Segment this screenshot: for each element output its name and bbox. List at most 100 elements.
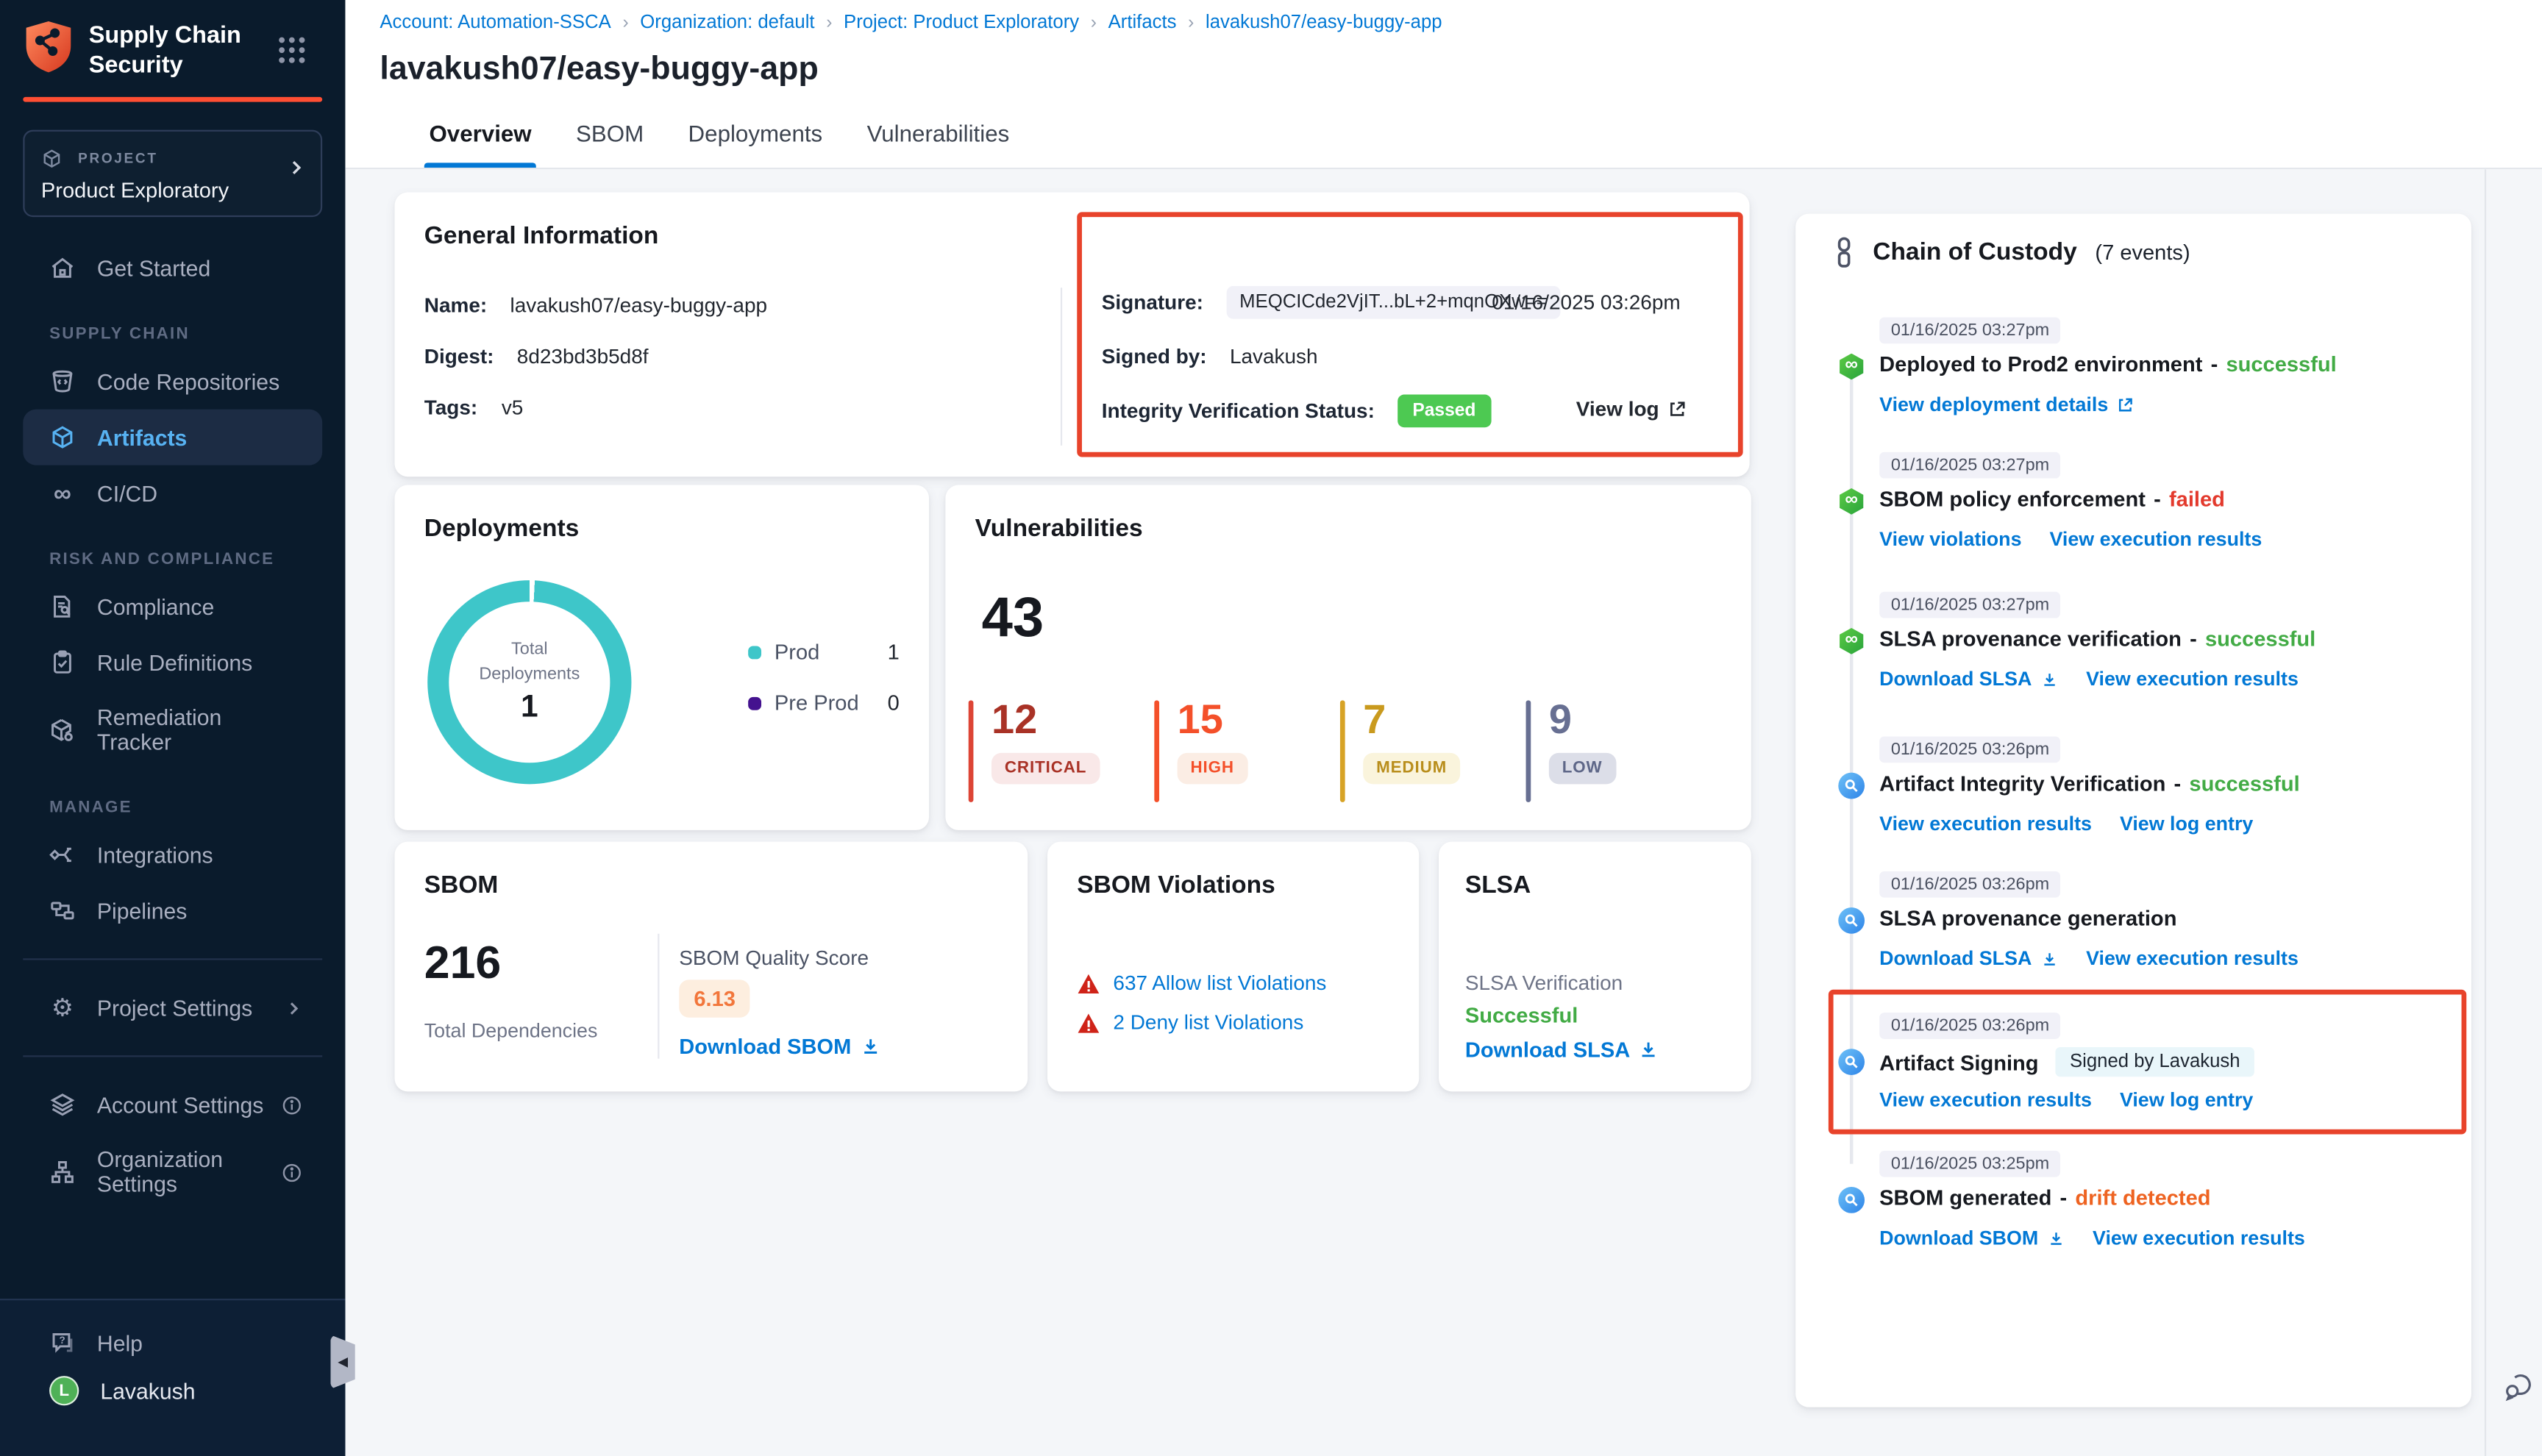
avatar: L — [49, 1376, 79, 1405]
sidebar-item-label: Artifacts — [97, 425, 187, 450]
breadcrumb-current[interactable]: lavakush07/easy-buggy-app — [1206, 13, 1442, 33]
download-icon — [2040, 949, 2059, 968]
allow-list-violations-row: 637 Allow list Violations — [1077, 971, 1326, 994]
download-icon — [2046, 1229, 2065, 1247]
tab-sbom[interactable]: SBOM — [576, 120, 644, 168]
signed-by-row: Signed by: Lavakush — [1102, 345, 1318, 368]
user-name: Lavakush — [100, 1378, 195, 1403]
sbom-quality-score-badge: 6.13 — [679, 979, 750, 1017]
sidebar-item-organization-settings[interactable]: Organization Settings — [23, 1133, 322, 1212]
feedback-chat-icon[interactable] — [2502, 1371, 2533, 1402]
sidebar-item-label: CI/CD — [97, 481, 157, 506]
event-timestamp: 01/16/2025 03:26pm — [1879, 871, 2061, 898]
slsa-verification-label: SLSA Verification — [1465, 971, 1623, 994]
sidebar-item-label: Organization Settings — [97, 1148, 296, 1197]
field-tags: Tags: v5 — [424, 396, 524, 419]
donut-label: Total — [511, 638, 548, 662]
general-information-card: General Information Name: lavakush07/eas… — [395, 193, 1750, 477]
chain-link-icon — [1830, 237, 1858, 268]
chain-of-custody-card: Chain of Custody (7 events) 01/16/2025 0… — [1795, 214, 2471, 1407]
divider — [23, 1056, 322, 1057]
breadcrumb-account[interactable]: Account: Automation-SSCA — [380, 13, 610, 33]
sidebar: Supply Chain Security PROJECT Product Ex… — [0, 0, 345, 1456]
divider — [658, 934, 659, 1059]
view-log-entry-link[interactable]: View log entry — [2120, 812, 2253, 835]
download-sbom-link[interactable]: Download SBOM — [679, 1034, 880, 1059]
info-icon — [281, 1162, 302, 1183]
warning-icon — [1077, 1012, 1100, 1033]
external-link-icon — [1667, 399, 1687, 419]
download-slsa-link[interactable]: Download SLSA — [1879, 668, 2058, 690]
legend-dot-teal — [748, 645, 761, 658]
slsa-verification-status: Successful — [1465, 1003, 1578, 1028]
deployments-donut-chart: Total Deployments 1 — [427, 580, 631, 784]
view-deployment-details-link[interactable]: View deployment details — [1879, 393, 2135, 415]
card-title: SBOM — [424, 871, 499, 899]
project-cube-icon — [41, 147, 63, 168]
project-name: Product Exploratory — [41, 178, 305, 203]
sidebar-item-rule-definitions[interactable]: Rule Definitions — [23, 635, 322, 690]
breadcrumb-organization[interactable]: Organization: default — [640, 13, 814, 33]
org-gear-icon — [49, 1160, 76, 1186]
download-sbom-link[interactable]: Download SBOM — [1879, 1227, 2065, 1249]
view-execution-results-link[interactable]: View execution results — [1879, 812, 2092, 835]
sidebar-item-label: Remediation Tracker — [97, 706, 296, 755]
card-title: SLSA — [1465, 871, 1531, 899]
sidebar-user[interactable]: L Lavakush — [23, 1366, 322, 1416]
verify-magnifier-icon — [1838, 773, 1865, 799]
sidebar-item-get-started[interactable]: Get Started — [23, 240, 322, 296]
sidebar-item-pipelines[interactable]: Pipelines — [23, 883, 322, 939]
view-execution-results-link[interactable]: View execution results — [1879, 1088, 2092, 1111]
card-title: Deployments — [424, 515, 580, 543]
chain-event-sbom-generated: 01/16/2025 03:25pm SBOM generated-drift … — [1795, 1151, 2471, 1279]
sidebar-item-label: Compliance — [97, 595, 214, 620]
vulnerabilities-total: 43 — [982, 587, 1044, 651]
sidebar-item-remediation-tracker[interactable]: Remediation Tracker — [23, 690, 322, 769]
sidebar-item-cicd[interactable]: ∞ CI/CD — [23, 465, 322, 521]
view-execution-results-link[interactable]: View execution results — [2086, 947, 2299, 970]
view-log-entry-link[interactable]: View log entry — [2120, 1088, 2253, 1111]
infinity-icon: ∞ — [49, 480, 76, 507]
sidebar-item-account-settings[interactable]: Account Settings — [23, 1077, 322, 1133]
view-execution-results-link[interactable]: View execution results — [2050, 528, 2262, 551]
breadcrumb-separator: › — [622, 13, 628, 33]
legend-prod: Prod 1 — [748, 640, 900, 665]
sidebar-item-compliance[interactable]: Compliance — [23, 579, 322, 635]
deployments-card: Deployments Total Deployments 1 Prod 1 P… — [395, 485, 930, 829]
sidebar-item-artifacts[interactable]: Artifacts — [23, 410, 322, 465]
tab-overview[interactable]: Overview — [429, 120, 531, 168]
sidebar-item-integrations[interactable]: Integrations — [23, 827, 322, 883]
download-slsa-link[interactable]: Download SLSA — [1879, 947, 2058, 970]
sbom-total-dependencies: 216 — [424, 937, 501, 990]
sidebar-item-project-settings[interactable]: ⚙ Project Settings — [23, 980, 322, 1036]
tab-deployments[interactable]: Deployments — [688, 120, 823, 168]
breadcrumb-artifacts[interactable]: Artifacts — [1108, 13, 1177, 33]
view-log-link[interactable]: View log — [1576, 398, 1687, 421]
module-grid-icon[interactable] — [274, 33, 309, 68]
chain-event-artifact-integrity: 01/16/2025 03:26pm Artifact Integrity Ve… — [1795, 737, 2471, 865]
cube-wrench-icon — [49, 717, 76, 743]
project-selector[interactable]: PROJECT Product Exploratory — [23, 130, 322, 217]
view-execution-results-link[interactable]: View execution results — [2086, 668, 2299, 690]
home-icon — [49, 255, 76, 282]
allow-list-violations-link[interactable]: 637 Allow list Violations — [1113, 971, 1326, 994]
breadcrumb-project[interactable]: Project: Product Exploratory — [844, 13, 1079, 33]
sidebar-item-help[interactable]: ? Help — [23, 1320, 322, 1366]
field-name: Name: lavakush07/easy-buggy-app — [424, 294, 767, 317]
view-execution-results-link[interactable]: View execution results — [2093, 1227, 2305, 1249]
pipeline-icon: ∞ — [1838, 354, 1865, 380]
chain-event-slsa-verification: 01/16/2025 03:27pm ∞ SLSA provenance ver… — [1795, 592, 2471, 720]
sidebar-bottom: ? Help L Lavakush — [0, 1299, 345, 1456]
tab-vulnerabilities[interactable]: Vulnerabilities — [867, 120, 1010, 168]
deny-list-violations-link[interactable]: 2 Deny list Violations — [1113, 1011, 1303, 1034]
download-slsa-link[interactable]: Download SLSA — [1465, 1038, 1660, 1063]
donut-total: 1 — [521, 690, 538, 726]
verify-magnifier-icon — [1838, 1187, 1865, 1213]
legend-dot-purple — [748, 696, 761, 710]
event-timestamp: 01/16/2025 03:27pm — [1879, 592, 2061, 618]
view-violations-link[interactable]: View violations — [1879, 528, 2021, 551]
verify-magnifier-icon — [1838, 907, 1865, 934]
sidebar-item-code-repositories[interactable]: Code Repositories — [23, 354, 322, 410]
field-value: v5 — [502, 396, 524, 419]
nav-section-risk: RISK AND COMPLIANCE — [0, 551, 345, 569]
